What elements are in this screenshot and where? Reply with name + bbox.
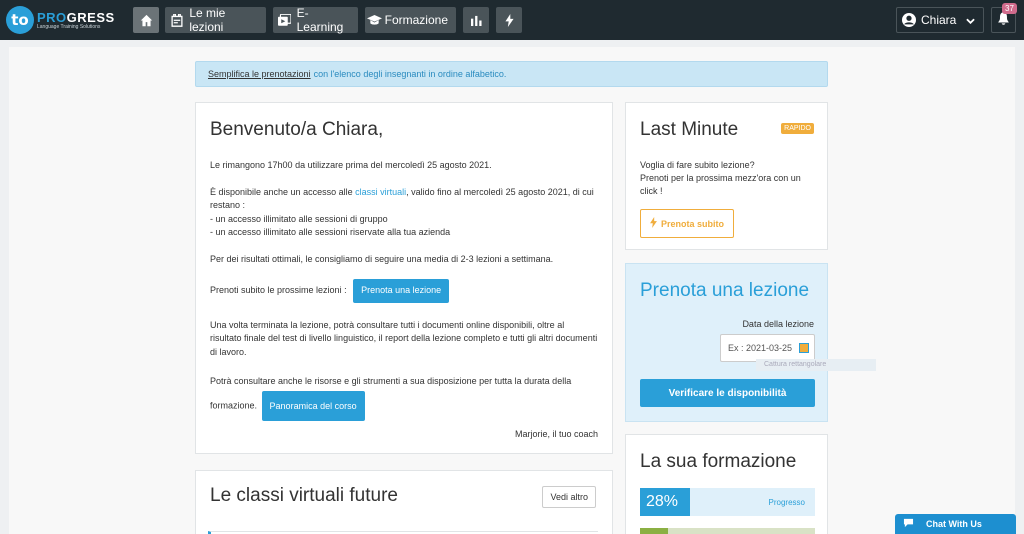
last-minute-text: Voglia di fare subito lezione? Prenoti pe… <box>640 160 801 196</box>
graduation-cap-icon <box>365 7 385 33</box>
progress-bar-fill: 28% <box>640 488 690 516</box>
bar-chart-icon <box>463 7 489 33</box>
prenota-una-lezione-button[interactable]: Prenota una lezione <box>353 279 450 303</box>
lightning-icon <box>496 7 522 33</box>
classi-virtuali-link[interactable]: classi virtuali <box>355 187 406 197</box>
capture-tooltip: Cattura rettangolare <box>756 359 876 371</box>
nav-last-minute-button[interactable] <box>496 7 522 33</box>
training-title: La sua formazione <box>640 451 797 472</box>
calendar-picker-icon[interactable] <box>799 343 809 353</box>
play-icon <box>273 7 297 33</box>
vedi-altro-button[interactable]: Vedi altro <box>542 486 596 508</box>
after-lesson-text: Una volta terminata la lezione, potrà co… <box>210 319 598 357</box>
virtual-classes-title: Le classi virtuali future <box>210 485 398 506</box>
secondary-progress-bar <box>640 528 815 534</box>
progress-logo[interactable]: to PROGRESS Language Training Solutions <box>6 6 115 34</box>
semplifica-link[interactable]: Semplifica le prenotazioni <box>208 69 311 79</box>
progress-bar: 28% Progresso <box>640 488 815 516</box>
last-minute-card: Last Minute RAPIDO Voglia di fare subito… <box>625 102 828 250</box>
nav-statistics-button[interactable] <box>463 7 489 33</box>
user-name: Chiara <box>921 13 957 27</box>
welcome-card: Benvenuto/a Chiara, Le rimangono 17h00 d… <box>195 102 613 454</box>
book-lesson-card: Prenota una lezione Data della lezione E… <box>625 263 876 422</box>
book-now-row: Prenoti subito le prossime lezioni : Pre… <box>210 279 598 303</box>
virtual-class-access-text: È disponibile anche un accesso alle clas… <box>210 186 594 238</box>
progress-label: Progresso <box>768 498 805 507</box>
calendar-icon <box>165 7 189 33</box>
lesson-date-label: Data della lezione <box>742 319 814 329</box>
nav-e-learning[interactable]: E-Learning <box>273 6 358 34</box>
resources-row: Potrà consultare anche le risorse e gli … <box>210 371 598 421</box>
chat-bubble-icon <box>903 518 926 530</box>
user-menu-button[interactable]: Chiara <box>896 7 984 33</box>
notice-text: con l'elenco degli insegnanti in ordine … <box>313 69 507 79</box>
virtual-classes-card: Le classi virtuali future Vedi altro <box>195 470 613 534</box>
lesson-date-input[interactable]: Ex : 2021-03-25 <box>720 334 815 362</box>
prenota-subito-button[interactable]: Prenota subito <box>640 209 734 238</box>
chevron-down-icon <box>966 13 976 27</box>
user-avatar-icon <box>897 13 921 27</box>
rapido-badge: RAPIDO <box>781 123 814 134</box>
notice-banner: Semplifica le prenotazioni con l'elenco … <box>195 61 828 87</box>
nav-home-button[interactable] <box>133 7 159 33</box>
verificare-disponibilita-button[interactable]: Verificare le disponibilità <box>640 379 815 407</box>
top-navigation-bar: to PROGRESS Language Training Solutions … <box>0 0 1024 40</box>
bell-icon <box>997 11 1010 29</box>
panoramica-del-corso-button[interactable]: Panoramica del corso <box>261 391 365 421</box>
coach-signature: Marjorie, il tuo coach <box>514 429 598 439</box>
welcome-title: Benvenuto/a Chiara, <box>210 119 384 140</box>
home-icon <box>133 7 159 33</box>
nav-formazione[interactable]: Formazione <box>365 7 456 33</box>
training-progress-card: La sua formazione 28% Progresso <box>625 434 828 534</box>
lightning-icon <box>650 217 661 230</box>
nav-le-mie-lezioni[interactable]: Le mie lezioni <box>165 6 266 34</box>
recommendation-text: Per dei risultati ottimali, le consiglia… <box>210 253 554 264</box>
book-lesson-title: Prenota una lezione <box>640 280 810 301</box>
notification-count-badge: 37 <box>1002 3 1017 14</box>
chat-with-us-button[interactable]: Chat With Us <box>895 514 1016 534</box>
logo-mark: to <box>6 6 34 34</box>
remaining-hours-text: Le rimangono 17h00 da utilizzare prima d… <box>210 160 492 170</box>
